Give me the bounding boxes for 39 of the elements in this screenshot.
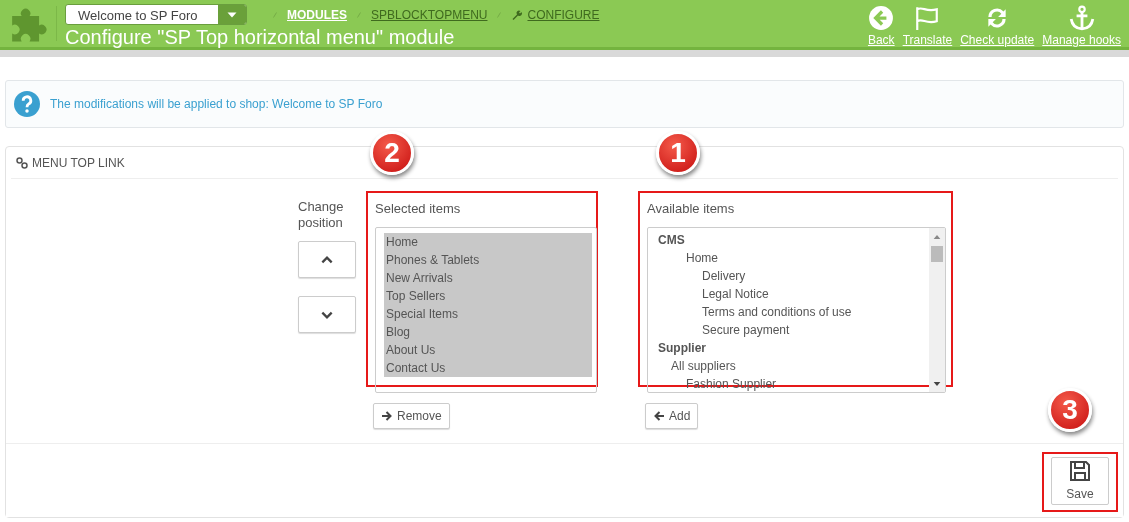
breadcrumb-link[interactable]: SPBLOCKTOPMENU [371, 5, 488, 24]
shop-select[interactable]: Welcome to SP Foro [65, 4, 247, 25]
arrow-left-icon [653, 410, 665, 422]
panel-title: MENU TOP LINK [32, 154, 125, 172]
tree-item[interactable]: Supplier [658, 338, 706, 357]
page-title: Configure "SP Top horizontal menu" module [65, 25, 456, 49]
move-up-button[interactable] [298, 241, 356, 278]
save-button[interactable]: Save [1051, 457, 1109, 505]
wrench-icon [511, 8, 524, 21]
anchor-icon [1068, 5, 1095, 31]
list-label: Selected items [375, 200, 462, 218]
scroll-thumb[interactable] [931, 245, 943, 262]
link-icon [16, 156, 28, 169]
scrollbar[interactable] [929, 227, 945, 392]
annotation-badge: 1 [656, 131, 700, 175]
scroll-down-icon [933, 379, 941, 388]
list-box[interactable]: Home Phones & Tablets New Arrivals Top Sellers Special Items Blog About Us Contact Us [375, 226, 597, 393]
annotation-badge: 2 [370, 131, 414, 175]
arrow-right-icon [381, 410, 393, 422]
back-icon [868, 5, 895, 31]
list-option[interactable]: Home [384, 232, 592, 251]
tree-item[interactable]: CMS [658, 230, 685, 249]
tree-item[interactable]: Terms and conditions of use [702, 302, 852, 321]
list-label: Available items [647, 200, 736, 218]
tree-item[interactable]: Delivery [702, 266, 746, 285]
tree-item[interactable]: Legal Notice [702, 284, 769, 303]
alert-message: The modifications will be applied to shop: Welcome to SP Foro [50, 96, 383, 113]
annotation-badge: 3 [1048, 388, 1092, 432]
flag-icon [914, 5, 941, 31]
tree-item[interactable]: Secure payment [702, 320, 790, 339]
move-down-button[interactable] [298, 296, 356, 333]
change-position-label: Change position [298, 199, 345, 231]
tree-item[interactable]: Home [686, 248, 718, 267]
breadcrumb-link[interactable]: CONFIGURE [511, 5, 600, 24]
remove-button[interactable]: Remove [373, 403, 450, 429]
scroll-up-icon [933, 233, 941, 242]
tree-item[interactable]: All suppliers [671, 356, 736, 375]
question-icon [14, 91, 40, 117]
add-button[interactable]: Add [645, 403, 699, 429]
